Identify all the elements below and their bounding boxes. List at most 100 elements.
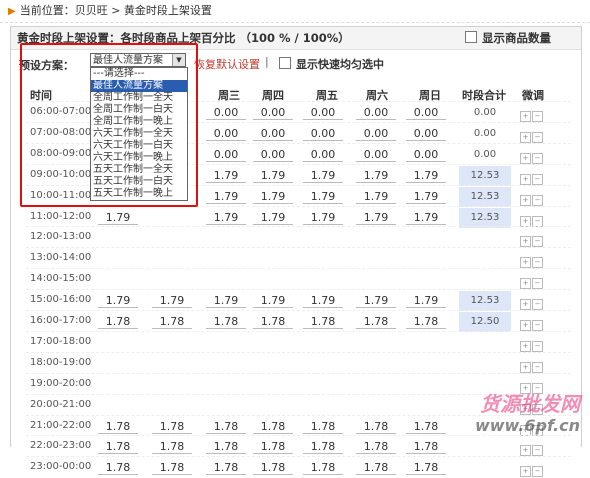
value-cell[interactable]: 1.78	[253, 441, 293, 455]
plus-icon[interactable]: +	[520, 320, 531, 331]
value-cell[interactable]: 1.79	[253, 169, 293, 183]
minus-icon[interactable]: −	[532, 257, 543, 269]
value-cell[interactable]: 1.78	[406, 316, 446, 329]
value-cell[interactable]: 0.00	[206, 148, 246, 162]
plus-icon[interactable]: +	[520, 361, 531, 373]
value-cell[interactable]: 1.78	[206, 441, 246, 455]
value-cell[interactable]: 1.78	[152, 462, 192, 476]
value-cell[interactable]: 1.78	[206, 462, 246, 476]
value-cell[interactable]: 1.78	[206, 420, 246, 434]
value-cell[interactable]: 1.79	[406, 190, 446, 204]
value-cell[interactable]: 0.00	[206, 127, 246, 141]
breadcrumb-site[interactable]: 贝贝旺	[75, 4, 108, 17]
value-cell[interactable]: 1.79	[356, 211, 396, 225]
quick-select-toggle[interactable]: 显示快速均匀选中	[279, 56, 384, 72]
plus-icon[interactable]: +	[520, 236, 531, 248]
value-cell[interactable]: 1.78	[356, 420, 396, 434]
value-cell[interactable]: 1.78	[152, 420, 192, 434]
minus-icon[interactable]: −	[532, 111, 543, 122]
value-cell[interactable]: 1.79	[356, 295, 396, 309]
value-cell[interactable]: 1.79	[206, 190, 246, 204]
value-cell[interactable]: 1.78	[356, 441, 396, 455]
value-cell[interactable]: 1.78	[253, 462, 293, 476]
value-cell[interactable]: 0.00	[356, 107, 396, 120]
minus-icon[interactable]: −	[532, 466, 543, 478]
value-cell[interactable]: 1.79	[356, 190, 396, 204]
value-cell[interactable]: 0.00	[206, 107, 246, 120]
minus-icon[interactable]: −	[532, 445, 543, 457]
plus-icon[interactable]: +	[520, 299, 531, 311]
restore-default-link[interactable]: 恢复默认设置	[194, 56, 260, 72]
plus-icon[interactable]: +	[520, 445, 531, 457]
value-cell[interactable]: 0.00	[303, 127, 343, 141]
value-cell[interactable]: 1.78	[253, 420, 293, 434]
value-cell[interactable]: 1.78	[206, 316, 246, 329]
value-cell[interactable]: 1.79	[253, 295, 293, 309]
minus-icon[interactable]: −	[532, 215, 543, 227]
minus-icon[interactable]: −	[532, 299, 543, 311]
value-cell[interactable]: 1.79	[206, 169, 246, 183]
value-cell[interactable]: 0.00	[253, 148, 293, 162]
minus-icon[interactable]: −	[532, 194, 543, 206]
plus-icon[interactable]: +	[520, 152, 531, 164]
minus-icon[interactable]: −	[532, 340, 543, 352]
value-cell[interactable]: 1.79	[406, 211, 446, 225]
value-cell[interactable]: 1.79	[406, 295, 446, 309]
value-cell[interactable]: 1.78	[303, 420, 343, 434]
value-cell[interactable]: 0.00	[406, 127, 446, 141]
value-cell[interactable]: 0.00	[303, 148, 343, 162]
minus-icon[interactable]: −	[532, 320, 543, 331]
value-cell[interactable]: 0.00	[356, 127, 396, 141]
plus-icon[interactable]: +	[520, 131, 531, 143]
value-cell[interactable]: 1.78	[406, 462, 446, 476]
value-cell[interactable]: 1.78	[98, 420, 138, 434]
value-cell[interactable]: 0.00	[253, 107, 293, 120]
plus-icon[interactable]: +	[520, 278, 531, 290]
value-cell[interactable]: 1.78	[303, 316, 343, 329]
minus-icon[interactable]: −	[532, 278, 543, 290]
value-cell[interactable]: 1.79	[303, 190, 343, 204]
value-cell[interactable]: 1.78	[356, 316, 396, 329]
value-cell[interactable]: 1.79	[303, 295, 343, 309]
plus-icon[interactable]: +	[520, 111, 531, 122]
value-cell[interactable]: 1.79	[253, 190, 293, 204]
plus-icon[interactable]: +	[520, 194, 531, 206]
value-cell[interactable]: 1.79	[253, 211, 293, 225]
value-cell[interactable]: 0.00	[303, 107, 343, 120]
plus-icon[interactable]: +	[520, 466, 531, 478]
plus-icon[interactable]: +	[520, 340, 531, 352]
value-cell[interactable]: 1.78	[303, 441, 343, 455]
checkbox-icon[interactable]	[279, 57, 291, 69]
value-cell[interactable]: 0.00	[406, 148, 446, 162]
value-cell[interactable]: 0.00	[406, 107, 446, 120]
value-cell[interactable]: 1.78	[253, 316, 293, 329]
value-cell[interactable]: 0.00	[356, 148, 396, 162]
show-count-toggle[interactable]: 显示商品数量	[465, 27, 551, 49]
minus-icon[interactable]: −	[532, 361, 543, 373]
checkbox-icon[interactable]	[465, 31, 477, 43]
value-cell[interactable]: 1.79	[406, 169, 446, 183]
value-cell[interactable]: 1.78	[98, 316, 138, 329]
value-cell[interactable]: 1.78	[152, 441, 192, 455]
plus-icon[interactable]: +	[520, 173, 531, 185]
value-cell[interactable]: 0.00	[253, 127, 293, 141]
value-cell[interactable]: 1.79	[206, 295, 246, 309]
value-cell[interactable]: 1.79	[303, 211, 343, 225]
value-cell[interactable]: 1.78	[152, 316, 192, 329]
minus-icon[interactable]: −	[532, 152, 543, 164]
value-cell[interactable]: 1.78	[98, 462, 138, 476]
value-cell[interactable]: 1.78	[406, 441, 446, 455]
value-cell[interactable]: 1.78	[406, 420, 446, 434]
plus-icon[interactable]: +	[520, 215, 531, 227]
value-cell[interactable]: 1.79	[206, 211, 246, 225]
value-cell[interactable]: 1.78	[98, 441, 138, 455]
minus-icon[interactable]: −	[532, 131, 543, 143]
value-cell[interactable]: 1.79	[98, 211, 138, 225]
value-cell[interactable]: 1.79	[98, 295, 138, 309]
minus-icon[interactable]: −	[532, 236, 543, 248]
value-cell[interactable]: 1.79	[152, 295, 192, 309]
plus-icon[interactable]: +	[520, 257, 531, 269]
value-cell[interactable]: 1.79	[356, 169, 396, 183]
value-cell[interactable]: 1.78	[303, 462, 343, 476]
value-cell[interactable]: 1.79	[303, 169, 343, 183]
